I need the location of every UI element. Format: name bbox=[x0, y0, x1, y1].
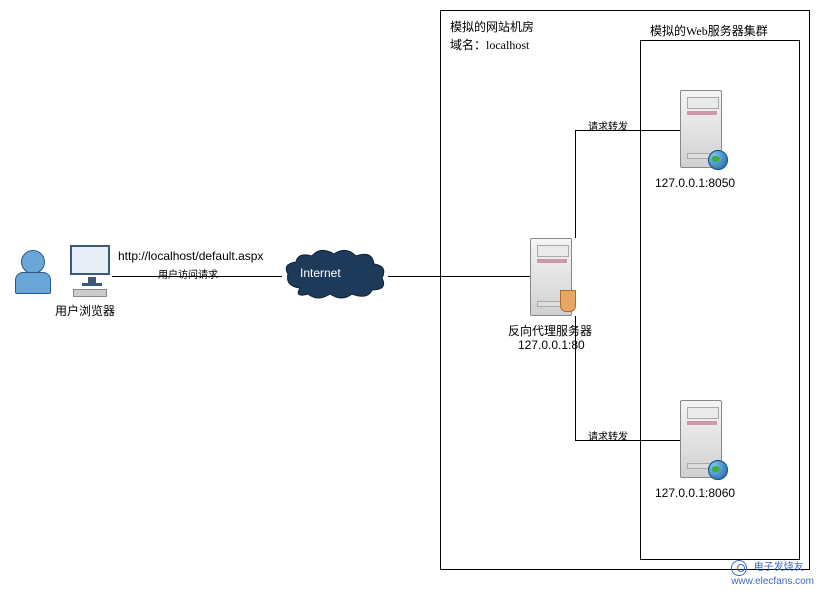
watermark: 电子发烧友 www.elecfans.com bbox=[731, 558, 814, 587]
web-server-1-icon bbox=[680, 90, 722, 168]
internet-label: Internet bbox=[300, 266, 341, 280]
line-internet-proxy bbox=[388, 276, 530, 277]
web-server-2-icon bbox=[680, 400, 722, 478]
cluster-title: 模拟的Web服务器集群 bbox=[650, 22, 768, 39]
proxy-server-icon bbox=[530, 238, 572, 316]
user-icon bbox=[15, 250, 51, 294]
forward-label-2: 请求转发 bbox=[588, 428, 628, 443]
web-server-1-addr: 127.0.0.1:8050 bbox=[655, 176, 735, 190]
room-title-2: 域名：localhost bbox=[450, 36, 529, 53]
line-proxy-down-v bbox=[575, 316, 576, 440]
web-server-2-addr: 127.0.0.1:8060 bbox=[655, 486, 735, 500]
proxy-label-1: 反向代理服务器 bbox=[508, 322, 592, 339]
client-url: http://localhost/default.aspx bbox=[118, 249, 263, 263]
internet-cloud-icon: Internet bbox=[280, 248, 390, 302]
client-pc-icon bbox=[70, 245, 110, 275]
client-request-label: 用户访问请求 bbox=[158, 266, 218, 281]
watermark-url: www.elecfans.com bbox=[731, 576, 814, 587]
room-title-1: 模拟的网站机房 bbox=[450, 18, 534, 35]
watermark-icon bbox=[731, 560, 747, 576]
forward-label-1: 请求转发 bbox=[588, 118, 628, 133]
watermark-text: 电子发烧友 bbox=[754, 562, 804, 573]
line-proxy-up-v bbox=[575, 130, 576, 238]
client-browser-label: 用户浏览器 bbox=[55, 302, 115, 319]
